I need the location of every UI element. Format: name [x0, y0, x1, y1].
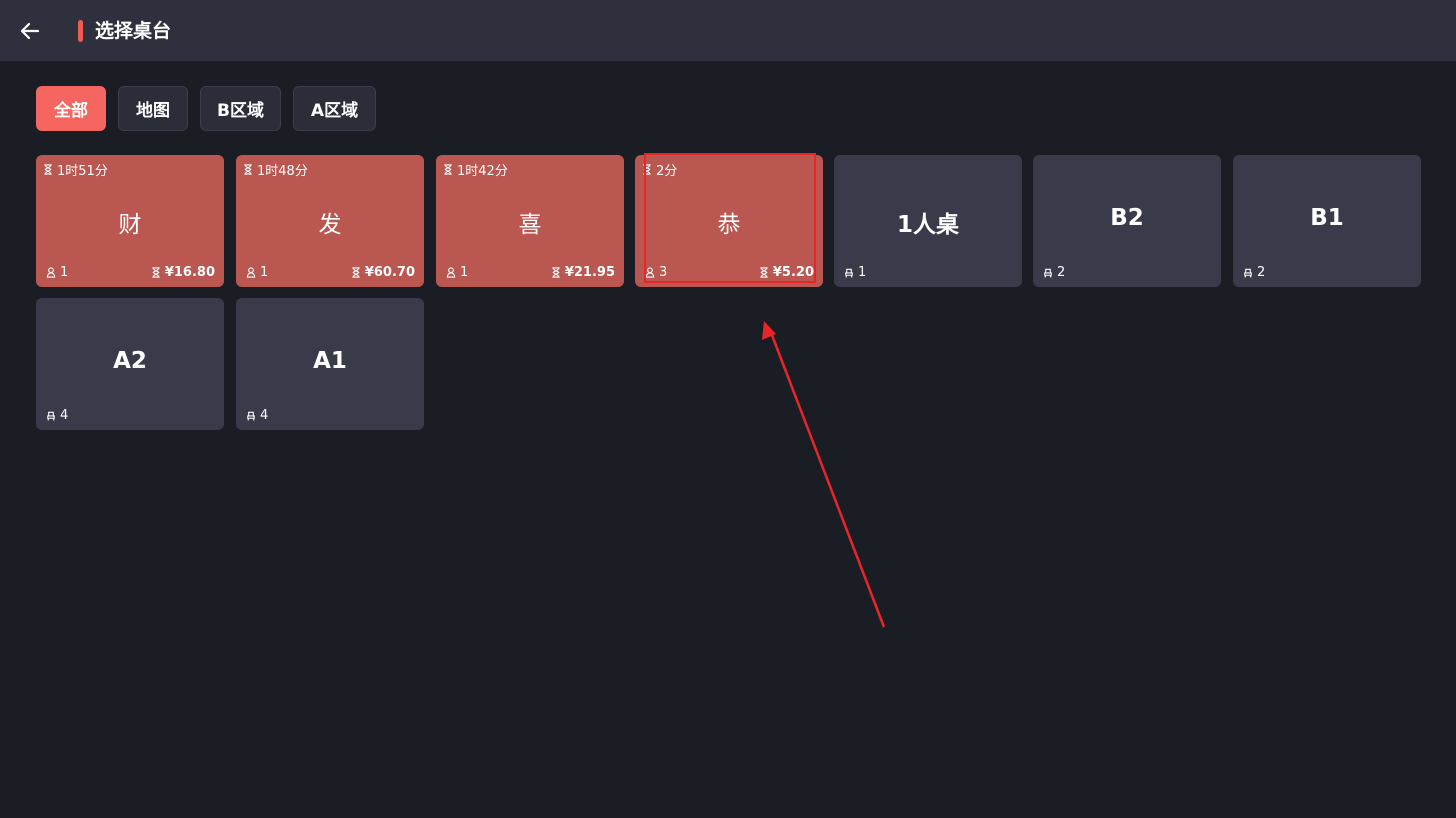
- table-card-b2[interactable]: B2 2: [1033, 155, 1221, 287]
- top-bar: 选择桌台: [0, 0, 1456, 61]
- tab-all[interactable]: 全部: [36, 86, 106, 131]
- elapsed-time-text: 2分: [656, 164, 678, 179]
- person-icon: [446, 267, 456, 278]
- table-amount: ¥5.20: [759, 265, 814, 280]
- table-name: A1: [313, 348, 347, 374]
- table-amount: ¥60.70: [351, 265, 415, 280]
- table-amount-text: ¥60.70: [364, 265, 415, 280]
- arrow-left-icon[interactable]: [18, 19, 42, 43]
- seat-icon: [845, 268, 853, 278]
- table-amount: ¥16.80: [151, 265, 215, 280]
- person-icon: [46, 267, 56, 278]
- table-name: 发: [318, 212, 342, 238]
- seat-count-text: 2: [1057, 265, 1066, 280]
- seat-count-text: 4: [60, 408, 69, 423]
- table-card-b1[interactable]: B1 2: [1233, 155, 1421, 287]
- table-amount-text: ¥16.80: [164, 265, 215, 280]
- table-name: 财: [118, 212, 142, 238]
- elapsed-time: 1时42分: [443, 160, 508, 179]
- table-name: B2: [1110, 205, 1144, 231]
- seat-count: 2: [1043, 265, 1065, 280]
- hourglass-icon: [352, 267, 360, 278]
- guest-count-text: 3: [659, 265, 668, 280]
- table-name: 恭: [717, 212, 741, 238]
- table-card-a1[interactable]: A1 4: [236, 298, 424, 430]
- seat-count: 4: [246, 408, 268, 423]
- table-name: 1人桌: [896, 212, 959, 238]
- hourglass-icon: [44, 164, 52, 175]
- guest-count: 3: [645, 265, 667, 280]
- tab-area-a[interactable]: A区域: [293, 86, 376, 131]
- elapsed-time: 1时48分: [243, 160, 308, 179]
- hourglass-icon: [444, 164, 452, 175]
- seat-count-text: 4: [260, 408, 269, 423]
- guest-count-text: 1: [460, 265, 469, 280]
- elapsed-time-text: 1时51分: [57, 164, 108, 179]
- seat-icon: [1044, 268, 1052, 278]
- seat-icon: [1244, 268, 1252, 278]
- hourglass-icon: [643, 164, 651, 175]
- hourglass-icon: [152, 267, 160, 278]
- table-card-a2[interactable]: A2 4: [36, 298, 224, 430]
- guest-count: 1: [46, 265, 68, 280]
- table-name: 喜: [518, 212, 542, 238]
- table-amount-text: ¥5.20: [772, 265, 814, 280]
- seat-count-text: 1: [858, 265, 867, 280]
- table-name: B1: [1310, 205, 1344, 231]
- elapsed-time: 2分: [642, 160, 677, 179]
- seat-icon: [47, 411, 55, 421]
- seat-count: 2: [1243, 265, 1265, 280]
- page-title: 选择桌台: [95, 20, 172, 42]
- person-icon: [645, 267, 655, 278]
- tab-area-b[interactable]: B区域: [200, 86, 281, 131]
- tab-map[interactable]: 地图: [118, 86, 188, 131]
- guest-count: 1: [246, 265, 268, 280]
- guest-count-text: 1: [60, 265, 69, 280]
- table-card-1-person[interactable]: 1人桌 1: [834, 155, 1022, 287]
- elapsed-time-text: 1时48分: [257, 164, 308, 179]
- seat-count: 1: [844, 265, 866, 280]
- title-accent-bar: [78, 20, 83, 42]
- table-name: A2: [113, 348, 147, 374]
- guest-count-text: 1: [260, 265, 269, 280]
- table-card-fa[interactable]: 1时48分 发 1 ¥60.70: [236, 155, 424, 287]
- seat-count: 4: [46, 408, 68, 423]
- seat-icon: [247, 411, 255, 421]
- elapsed-time-text: 1时42分: [457, 164, 508, 179]
- table-amount-text: ¥21.95: [564, 265, 615, 280]
- table-card-xi[interactable]: 1时42分 喜 1 ¥21.95: [436, 155, 624, 287]
- person-icon: [246, 267, 256, 278]
- hourglass-icon: [244, 164, 252, 175]
- table-card-gong[interactable]: 2分 恭 3 ¥5.20: [635, 155, 823, 287]
- seat-count-text: 2: [1257, 265, 1266, 280]
- hourglass-icon: [552, 267, 560, 278]
- elapsed-time: 1时51分: [43, 160, 108, 179]
- table-amount: ¥21.95: [551, 265, 615, 280]
- guest-count: 1: [446, 265, 468, 280]
- hourglass-icon: [760, 267, 768, 278]
- table-card-cai[interactable]: 1时51分 财 1 ¥16.80: [36, 155, 224, 287]
